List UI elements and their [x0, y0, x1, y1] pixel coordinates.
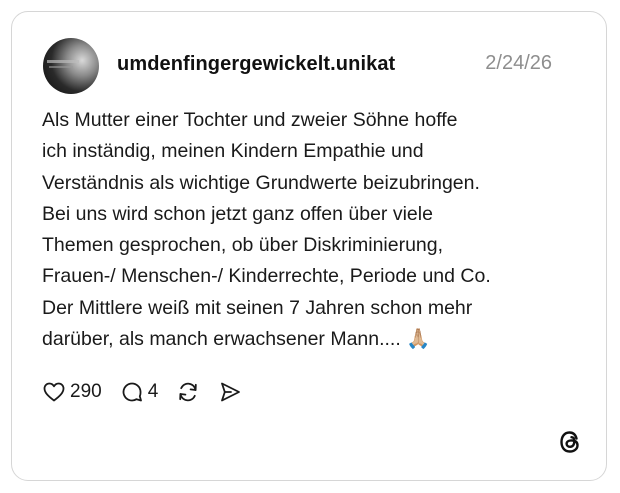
- username[interactable]: umdenfingergewickelt.unikat: [117, 53, 395, 76]
- share-button[interactable]: [218, 380, 242, 404]
- threads-logo-icon[interactable]: [557, 429, 583, 455]
- comment-bubble-icon: [122, 382, 142, 402]
- action-bar: 290 4: [42, 377, 260, 407]
- post-card: umdenfingergewickelt.unikat 2/24/26 Als …: [11, 11, 607, 481]
- avatar[interactable]: [43, 38, 99, 94]
- send-icon: [221, 382, 241, 402]
- post-date: 2/24/26: [485, 52, 552, 74]
- like-count: 290: [70, 381, 102, 402]
- avatar-detail: [49, 66, 73, 68]
- repost-icon: [179, 382, 197, 402]
- like-button[interactable]: 290: [42, 380, 102, 404]
- repost-button[interactable]: [176, 380, 200, 404]
- comment-button[interactable]: 4: [120, 380, 159, 404]
- heart-icon: [43, 382, 65, 402]
- post-text: Als Mutter einer Tochter und zweier Söhn…: [42, 109, 491, 351]
- comment-count: 4: [147, 381, 159, 402]
- avatar-detail: [47, 60, 79, 63]
